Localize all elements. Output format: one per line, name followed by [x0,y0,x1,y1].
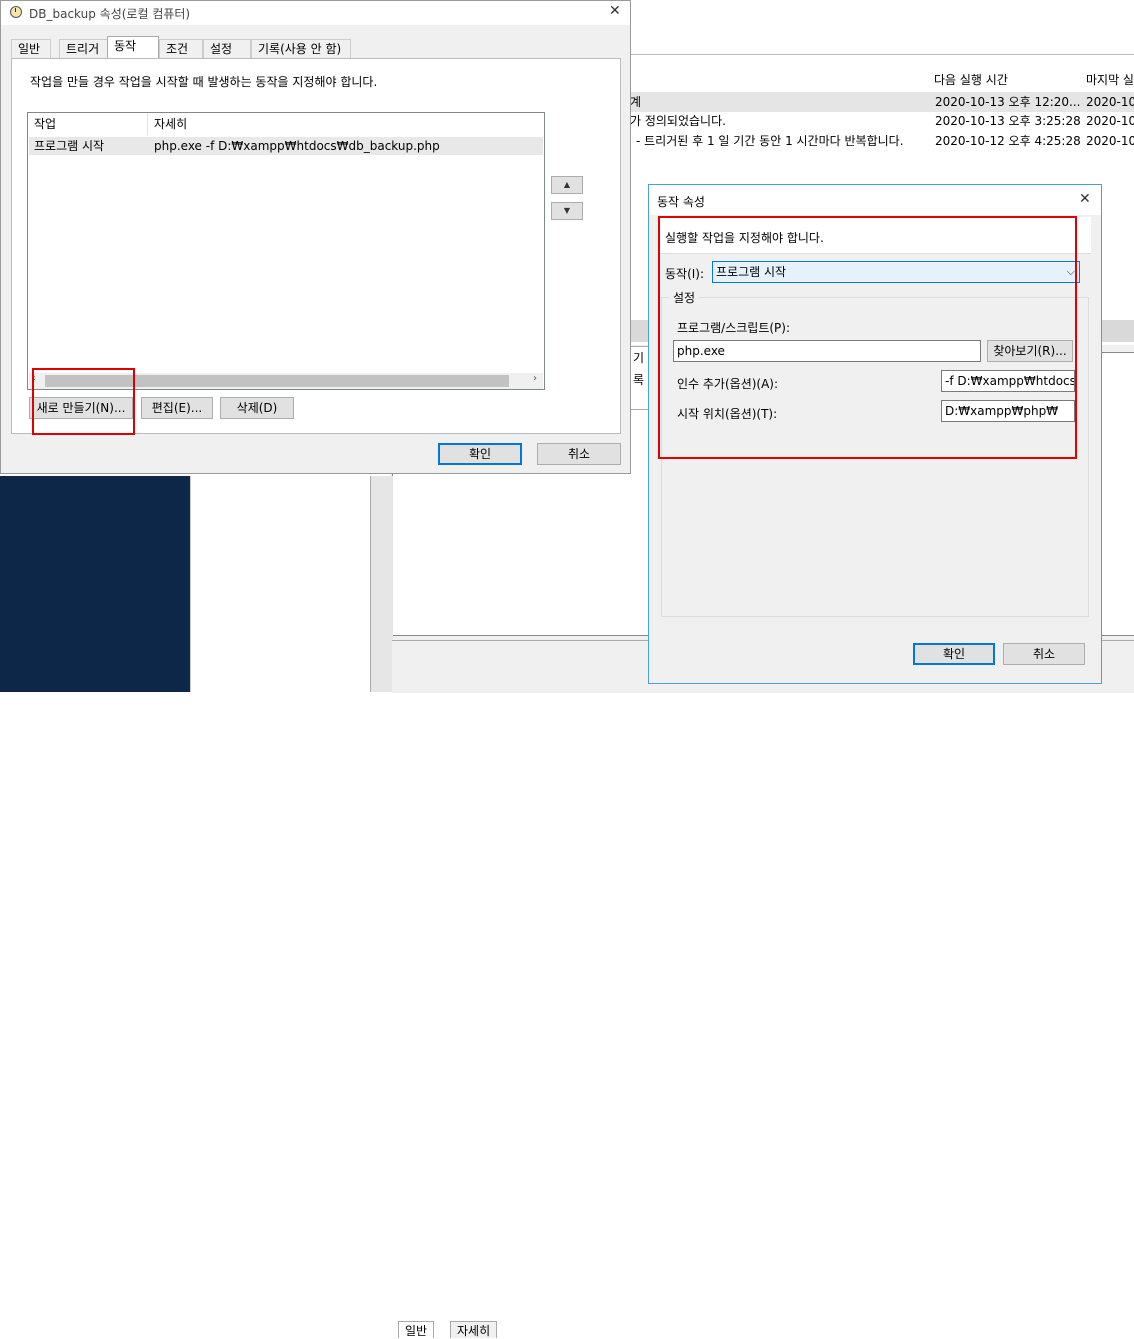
actions-description: 작업을 만들 경우 작업을 시작할 때 발생하는 동작을 지정해야 합니다. [30,75,378,89]
action-details: php.exe -f D:₩xampp₩htdocs₩db_backup.php [154,139,440,153]
table-row[interactable]: - 트리거된 후 1 일 기간 동안 1 시간마다 반복합니다. 2020-10… [630,131,1134,151]
dialog-title: 동작 속성 [657,195,705,209]
tab-history[interactable]: 기록(사용 안 함) [251,39,351,58]
dialog-title-bar[interactable]: 동작 속성 ✕ [649,185,1101,215]
bg-tab-general[interactable]: 일반 [398,1321,435,1338]
ok-button[interactable]: 확인 [438,443,522,465]
column-header-details[interactable]: 자세히 [148,113,544,135]
tab-conditions[interactable]: 조건 [159,39,203,58]
column-header-action[interactable]: 작업 [28,113,148,135]
tab-actions[interactable]: 동작 [107,36,159,59]
desktop-background [0,476,190,692]
close-icon[interactable]: ✕ [609,3,621,19]
tab-triggers[interactable]: 트리거 [59,39,109,58]
table-row[interactable]: 계 2020-10-13 오후 12:20... 2020-10 [630,92,1134,112]
chevron-right-icon[interactable]: › [533,373,537,384]
clock-icon [10,6,22,18]
highlight-box [658,216,1077,459]
edit-action-button[interactable]: 편집(E)... [141,397,213,419]
close-icon[interactable]: ✕ [1079,191,1091,207]
ok-button[interactable]: 확인 [913,643,995,665]
move-up-button[interactable]: ▲ [551,176,583,194]
move-down-button[interactable]: ▼ [551,202,583,220]
table-row[interactable]: 가 정의되었습니다. 2020-10-13 오후 3:25:28 2020-10 [630,111,1134,131]
cancel-button[interactable]: 취소 [537,443,621,465]
dialog-title-bar[interactable]: DB_backup 속성(로컬 컴퓨터) ✕ [1,1,630,25]
tab-general[interactable]: 일반 [11,39,51,58]
background-splitter[interactable] [370,476,393,692]
background-window-strip [190,476,371,692]
highlight-box [32,368,135,435]
list-item[interactable]: 프로그램 시작 php.exe -f D:₩xampp₩htdocs₩db_ba… [29,137,543,155]
column-header-next-run[interactable]: 다음 실행 시간 [928,70,1081,90]
actions-list[interactable]: 작업 자세히 프로그램 시작 php.exe -f D:₩xampp₩htdoc… [27,112,545,390]
tab-settings[interactable]: 설정 [203,39,251,58]
delete-action-button[interactable]: 삭제(D) [220,397,294,419]
bg-tab-details[interactable]: 자세히 [450,1321,498,1338]
dialog-title: DB_backup 속성(로컬 컴퓨터) [29,7,191,21]
action-type: 프로그램 시작 [34,139,105,153]
cancel-button[interactable]: 취소 [1003,643,1085,665]
column-header-last-run[interactable]: 마지막 실 [1080,70,1134,90]
